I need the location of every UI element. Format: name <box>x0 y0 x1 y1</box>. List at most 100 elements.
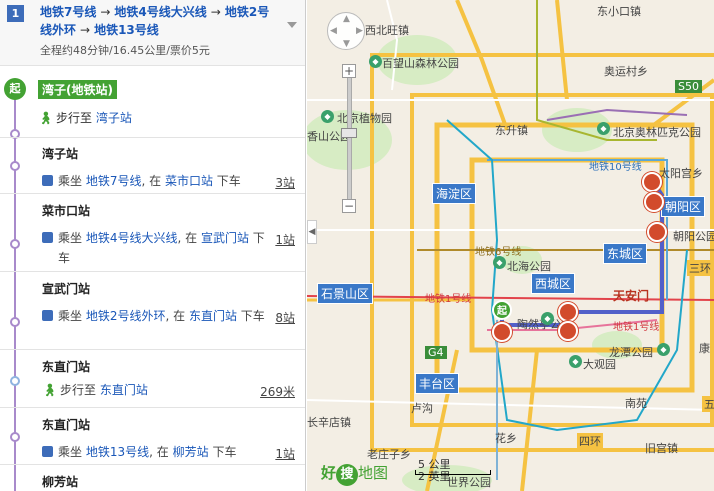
park-icon: ◆ <box>493 256 506 269</box>
subway-icon <box>42 310 53 321</box>
step-title: 湾子站 <box>42 147 79 161</box>
map-label-dongsheng: 东升镇 <box>495 124 528 137</box>
subway-icon <box>42 446 53 457</box>
step-desc-pre: 乘坐 <box>58 309 83 323</box>
stop-count[interactable]: 8站 <box>275 309 295 326</box>
start-marker[interactable]: 起 <box>492 300 512 320</box>
map-label-laozhuangzi: 老庄子乡 <box>367 448 411 461</box>
map-label-xibeiwang: 西北旺镇 <box>365 24 409 37</box>
step-dot <box>10 432 20 442</box>
pan-left-icon[interactable]: ◀ <box>330 26 337 36</box>
step-desc-mid: , 在 <box>149 445 169 459</box>
metro-transfer-marker[interactable] <box>492 322 512 342</box>
step-desc: 乘坐 地铁2号线外环, 在 东直门站 下车 <box>58 306 273 326</box>
map-label-tiananmen: 天安门 <box>613 289 650 303</box>
step-title: 东直门站 <box>42 418 91 432</box>
step-item[interactable]: 宣武门站 乘坐 地铁2号线外环, 在 东直门站 下车 8站 <box>0 272 305 350</box>
step-dot <box>10 161 20 171</box>
zoom-slider-track[interactable] <box>347 78 352 199</box>
walk-icon: 🚶︎ <box>42 383 58 397</box>
pan-right-icon[interactable]: ▶ <box>356 26 363 36</box>
metro-transfer-marker[interactable] <box>647 222 667 242</box>
park-icon: ◆ <box>657 343 670 356</box>
district-haidian: 海淀区 <box>432 183 477 204</box>
map-label-shijie: 世界公园 <box>447 476 491 489</box>
metro-transfer-marker[interactable] <box>642 172 662 192</box>
map-label-kuan: 康 <box>699 342 710 355</box>
map-label-huaxiang: 花乡 <box>495 432 517 445</box>
route-line-2: 地铁4号线大兴线 <box>114 5 207 19</box>
start-icon: 起 <box>4 78 26 100</box>
s50-badge: S50 <box>675 80 702 93</box>
step-item[interactable]: 东直门站 🚶︎ 步行至 东直门站 269米 <box>0 350 305 408</box>
stop-link[interactable]: 菜市口站 <box>165 174 213 188</box>
walk-destination-link[interactable]: 东直门站 <box>100 383 148 397</box>
step-item[interactable]: 东直门站 乘坐 地铁13号线, 在 柳芳站 下车 1站 <box>0 408 305 465</box>
collapse-panel-button[interactable]: ◀ <box>307 220 317 244</box>
chevron-down-icon[interactable] <box>287 22 297 28</box>
route-panel: 1 地铁7号线 → 地铁4号线大兴线 → 地铁2号线外环 → 地铁13号线 全程约48分钟/… <box>0 0 306 491</box>
map-label-nanyuan: 南苑 <box>625 397 647 410</box>
step-desc-mid: , 在 <box>177 231 198 245</box>
route-line-1: 地铁7号线 <box>40 5 97 19</box>
step-title: 宣武门站 <box>42 282 91 296</box>
map-label-chaoyang-park: 朝阳公园 <box>673 230 714 243</box>
map-label-daguanyuan: 大观园 <box>583 358 616 371</box>
park-icon: ◆ <box>569 355 582 368</box>
pan-up-icon[interactable]: ▲ <box>343 14 350 24</box>
route-header[interactable]: 1 地铁7号线 → 地铁4号线大兴线 → 地铁2号线外环 → 地铁13号线 全程约48分钟/… <box>0 0 305 66</box>
map-canvas[interactable]: 西北旺镇 东小口镇 百望山森林公园 香山公园 奥运村乡 北京植物园 东升镇 北京… <box>307 0 714 491</box>
map-label-wuyuan: 五环 <box>702 396 714 412</box>
route-line-4: 地铁13号线 <box>94 23 159 37</box>
walk-label: 步行至 <box>56 111 93 125</box>
step-desc: 乘坐 地铁4号线大兴线, 在 宣武门站 下车 <box>58 228 273 268</box>
step-desc-mid: , 在 <box>165 309 186 323</box>
subway-label-1-east: 地铁1号线 <box>613 322 660 333</box>
zoom-in-button[interactable]: + <box>342 64 356 78</box>
subway-icon <box>42 175 53 186</box>
stop-count[interactable]: 1站 <box>275 231 295 248</box>
step-item[interactable]: 菜市口站 乘坐 地铁4号线大兴线, 在 宣武门站 下车 1站 <box>0 194 305 272</box>
walk-destination-link[interactable]: 湾子站 <box>96 111 132 125</box>
step-dot <box>10 376 20 386</box>
pan-control[interactable]: ▲ ▼ ◀ ▶ <box>327 12 365 50</box>
stop-link[interactable]: 宣武门站 <box>201 231 249 245</box>
map-label-jiugong: 旧宫镇 <box>645 442 678 455</box>
metro-transfer-marker[interactable] <box>558 302 578 322</box>
metro-transfer-marker[interactable] <box>644 192 664 212</box>
line-link[interactable]: 地铁2号线外环 <box>86 309 166 323</box>
line-link[interactable]: 地铁13号线 <box>86 445 149 459</box>
map-label-changping: 长辛店镇 <box>307 416 351 429</box>
walk-label: 步行至 <box>60 383 97 397</box>
logo-hao: 好 <box>321 464 337 482</box>
step-title: 东直门站 <box>42 360 91 374</box>
zoom-out-button[interactable]: − <box>342 199 356 213</box>
arrow-icon: → <box>210 5 221 19</box>
line-link[interactable]: 地铁4号线大兴线 <box>86 231 178 245</box>
district-shijingshan: 石景山区 <box>317 283 374 304</box>
stop-link[interactable]: 东直门站 <box>189 309 237 323</box>
haosou-logo: 好搜地图 <box>321 462 388 486</box>
zoom-slider-handle[interactable] <box>341 128 357 138</box>
map-label-dongxiaokou: 东小口镇 <box>597 5 641 18</box>
map-label-taiyanggong: 太阳宫乡 <box>659 167 703 180</box>
map-label-sanhuan: 三环 <box>687 260 713 276</box>
map-label-sihuan: 四环 <box>577 433 603 449</box>
subway-icon <box>42 232 53 243</box>
step-item[interactable]: 湾子站 乘坐 地铁7号线, 在 菜市口站 下车 3站 <box>0 137 305 194</box>
step-desc-pre: 乘坐 <box>58 174 83 188</box>
stop-link[interactable]: 柳芳站 <box>173 445 209 459</box>
start-station[interactable]: 湾子(地铁站) <box>38 80 117 99</box>
map-label-beihai: 北海公园 <box>507 260 551 273</box>
stop-count[interactable]: 1站 <box>275 445 295 462</box>
metro-transfer-marker[interactable] <box>558 321 578 341</box>
stop-count[interactable]: 3站 <box>275 174 295 191</box>
line-link[interactable]: 地铁7号线 <box>86 174 142 188</box>
step-desc-mid: , 在 <box>141 174 162 188</box>
pan-down-icon[interactable]: ▼ <box>343 39 350 49</box>
step-item[interactable]: 柳芳站 <box>0 465 305 491</box>
arrow-icon: → <box>80 23 91 37</box>
walk-icon: 🚶︎ <box>38 111 54 125</box>
walk-distance[interactable]: 269米 <box>260 383 295 400</box>
route-number: 1 <box>7 5 24 22</box>
